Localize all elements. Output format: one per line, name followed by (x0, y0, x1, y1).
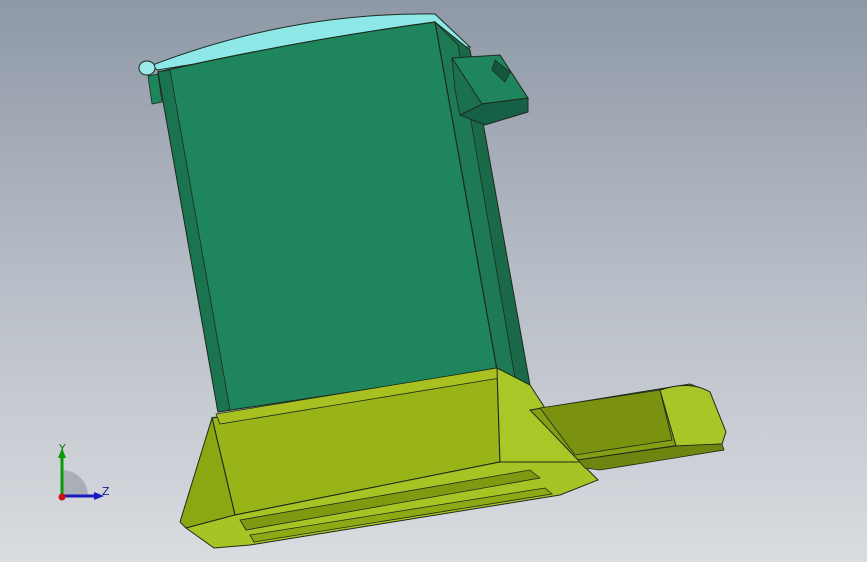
3d-model[interactable] (0, 0, 867, 562)
lid-hinge-knob (138, 60, 156, 76)
origin-dot (58, 493, 66, 501)
triad-quadrant (62, 470, 88, 496)
axis-triad: Y Z (44, 440, 124, 510)
cad-viewport[interactable]: Y Z (0, 0, 867, 562)
z-axis-label: Z (102, 485, 110, 498)
y-axis-label: Y (59, 442, 66, 455)
